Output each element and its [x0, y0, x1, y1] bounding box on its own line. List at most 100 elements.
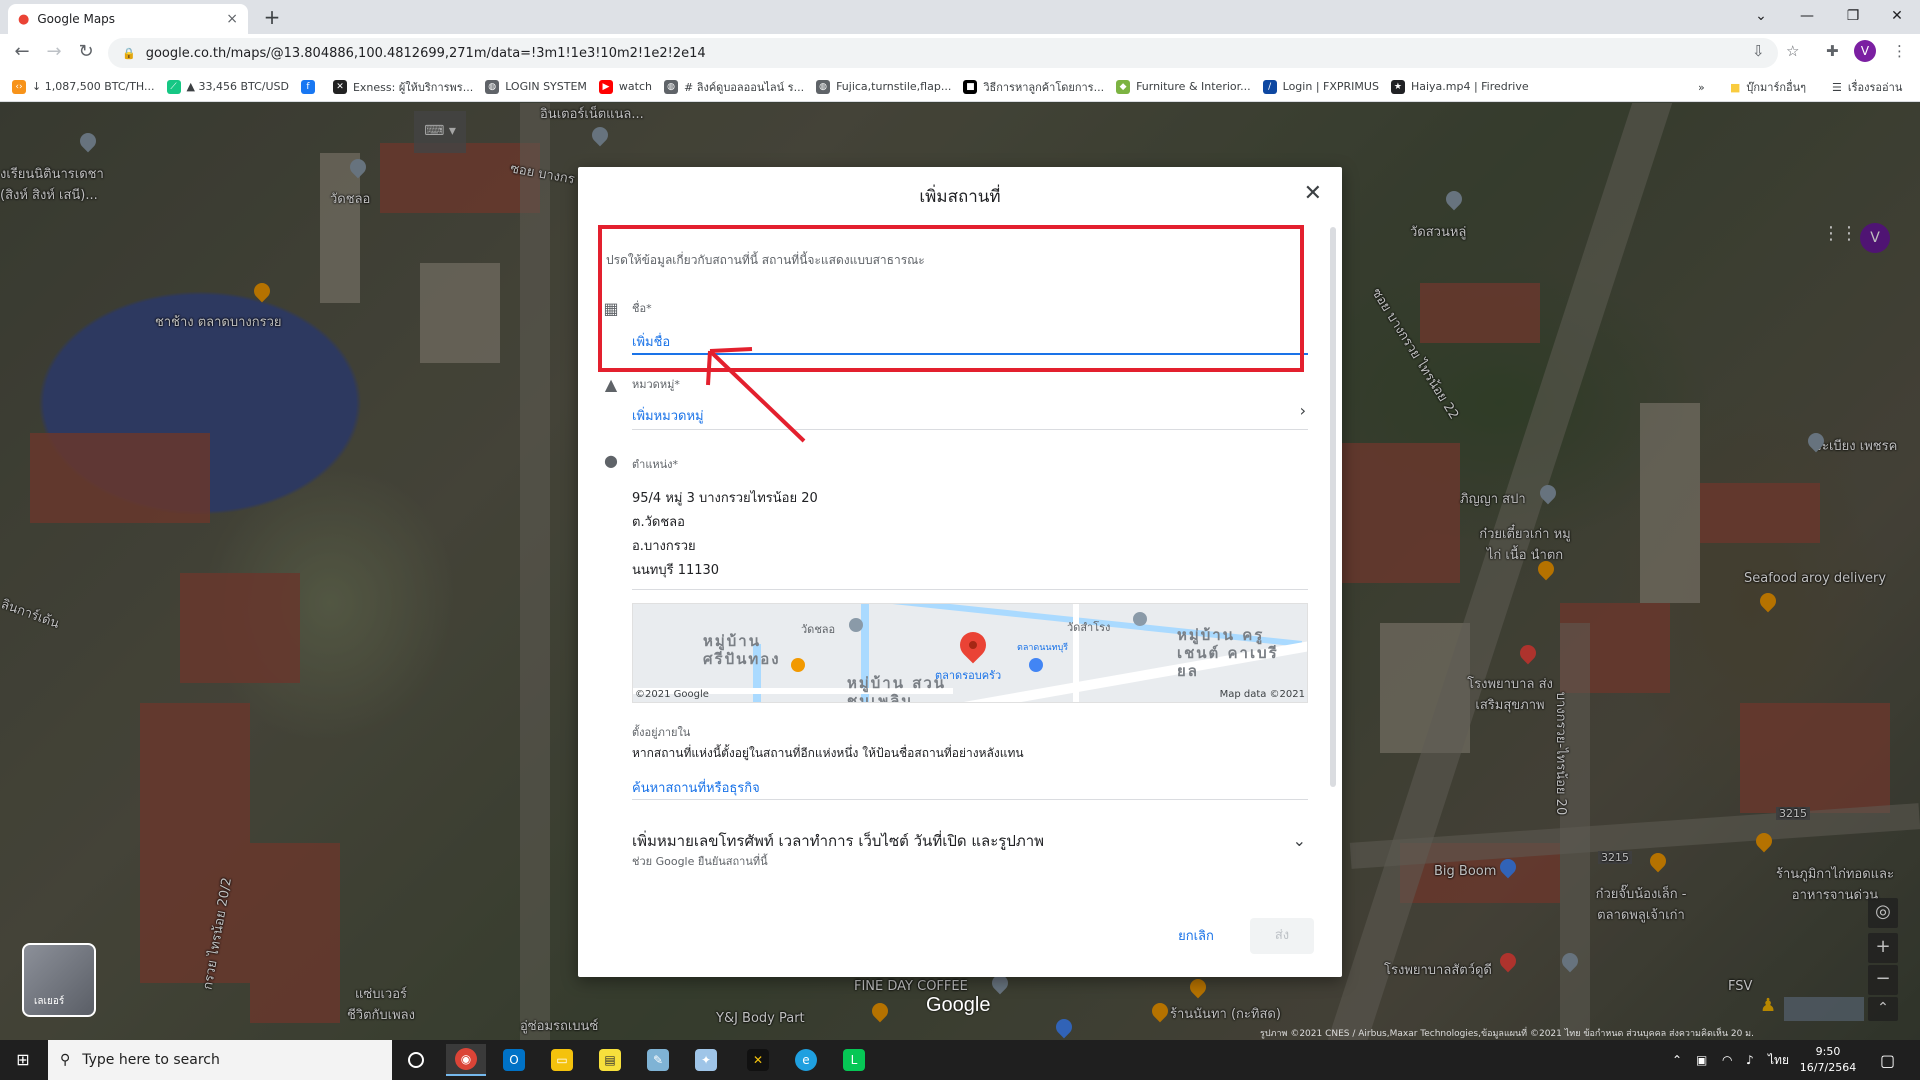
- trading-app-icon[interactable]: ✕: [738, 1044, 778, 1076]
- bookmark-item[interactable]: ◍ # ลิงค์ดูบอลออนไลน์ ร...: [664, 78, 804, 96]
- lock-icon: 🔒: [122, 46, 136, 60]
- category-icon: ▲: [604, 375, 618, 394]
- send-button[interactable]: ส่ง: [1250, 918, 1314, 954]
- extensions-icon[interactable]: ✚: [1826, 42, 1839, 60]
- search-place-input[interactable]: ค้นหาสถานที่หรือธุรกิจ: [632, 777, 760, 798]
- file-explorer-icon[interactable]: ▭: [542, 1044, 582, 1076]
- back-icon[interactable]: ←: [10, 41, 34, 65]
- volume-icon[interactable]: ♪: [1746, 1040, 1754, 1080]
- bookmark-label: ↓ 1,087,500 BTC/TH...: [32, 80, 155, 93]
- more-details-toggle[interactable]: เพิ่มหมายเลขโทรศัพท์ เวลาทำการ เว็บไซต์ …: [632, 829, 1044, 853]
- bookmark-label: Furniture & Interior...: [1136, 80, 1251, 93]
- bookmark-item[interactable]: ▶ watch: [598, 79, 652, 94]
- dialog-title: เพิ่มสถานที่: [919, 187, 1001, 207]
- bookmark-label: # ลิงค์ดูบอลออนไลน์ ร...: [684, 80, 805, 94]
- category-input[interactable]: เพิ่มหมวดหมู่: [632, 405, 704, 426]
- tab-title: Google Maps: [37, 12, 116, 26]
- tab-search-icon[interactable]: ⌄: [1738, 0, 1784, 34]
- layers-toggle[interactable]: เลเยอร์: [22, 943, 96, 1017]
- reading-list[interactable]: ☰ เรื่องรออ่าน: [1832, 72, 1902, 102]
- other-bookmarks-folder[interactable]: ■ บุ๊กมาร์กอื่นๆ: [1730, 72, 1806, 102]
- bookmark-item[interactable]: f: [300, 79, 321, 94]
- bookmark-item[interactable]: ⟋ ▲ 33,456 BTC/USD: [166, 79, 289, 94]
- bookmark-label: วิธีการหาลูกค้าโดยการ...: [983, 80, 1105, 94]
- location-minimap[interactable]: วัดชลอ วัดสำโรง ตลาดรอบครัว ตลาดนนทบุรี …: [632, 603, 1308, 703]
- close-window-button[interactable]: ✕: [1874, 0, 1920, 34]
- bookmark-favicon-icon: /: [1262, 79, 1277, 94]
- reload-icon[interactable]: ↻: [74, 41, 98, 65]
- windows-taskbar: ⊞ ⚲ Type here to search ◉ O ▭ ▤ ✎ ✦ ✕ e …: [0, 1040, 1920, 1080]
- chevron-right-icon[interactable]: ›: [1300, 401, 1306, 420]
- address-bar[interactable]: 🔒 google.co.th/maps/@13.804886,100.48126…: [108, 38, 1778, 68]
- cancel-button[interactable]: ยกเลิก: [1166, 922, 1226, 952]
- line-icon[interactable]: L: [834, 1044, 874, 1076]
- clock-date: 16/7/2564: [1799, 1061, 1857, 1074]
- bookmark-star-icon[interactable]: ☆: [1786, 42, 1799, 60]
- search-placeholder: Type here to search: [82, 1052, 220, 1068]
- bookmark-favicon-icon: ◍: [816, 79, 831, 94]
- minimap-label: วัดสำโรง: [1067, 621, 1111, 634]
- wifi-icon[interactable]: ◠: [1722, 1040, 1732, 1080]
- browser-toolbar: ← → ↻ 🔒 google.co.th/maps/@13.804886,100…: [0, 34, 1920, 72]
- restore-button[interactable]: ❐: [1830, 0, 1876, 34]
- reading-list-icon: ☰: [1832, 80, 1842, 94]
- forward-icon[interactable]: →: [42, 41, 66, 65]
- language-indicator[interactable]: ไทย: [1768, 1040, 1789, 1080]
- tab-close-icon[interactable]: ×: [226, 11, 238, 27]
- tab-google-maps[interactable]: ● Google Maps ×: [8, 4, 248, 34]
- bookmark-label: Exness: ผู้ให้บริการพร...: [352, 80, 474, 94]
- dialog-scrollbar[interactable]: [1330, 227, 1336, 787]
- bookmark-item[interactable]: ◍ LOGIN SYSTEM: [485, 79, 587, 94]
- chevron-down-icon[interactable]: ⌄: [1293, 831, 1306, 850]
- selected-location-pin-icon[interactable]: [954, 626, 992, 664]
- profile-avatar[interactable]: V: [1854, 40, 1876, 62]
- bookmark-item[interactable]: ★ Haiya.mp4 | Firedrive: [1390, 79, 1529, 94]
- place-icon: [849, 618, 863, 632]
- minimap-label: ตลาดนนทบุรี: [1017, 643, 1069, 653]
- windows-start-icon[interactable]: ⊞: [0, 1040, 46, 1080]
- paint-icon[interactable]: ✦: [686, 1044, 726, 1076]
- edge-icon[interactable]: e: [786, 1044, 826, 1076]
- bookmark-favicon-icon: ■: [963, 79, 978, 94]
- bookmark-favicon-icon: ◍: [664, 79, 678, 94]
- address-line[interactable]: นนทบุรี 11130: [632, 559, 719, 580]
- bookmark-item[interactable]: / Login | FXPRIMUS: [1262, 79, 1379, 94]
- address-line[interactable]: ต.วัดชลอ: [632, 511, 685, 532]
- inside-description: หากสถานที่แห่งนี้ตั้งอยู่ในสถานที่อีกแห่…: [632, 746, 1024, 760]
- bookmarks-overflow-icon[interactable]: »: [1698, 72, 1705, 102]
- bookmark-item[interactable]: ‹› ↓ 1,087,500 BTC/TH...: [12, 79, 155, 94]
- bookmark-favicon-icon: ◆: [1116, 79, 1131, 94]
- tray-overflow-icon[interactable]: ⌃: [1672, 1040, 1682, 1080]
- bookmark-label: Haiya.mp4 | Firedrive: [1410, 80, 1529, 93]
- new-tab-button[interactable]: +: [258, 4, 286, 32]
- category-label: หมวดหมู่*: [632, 378, 680, 391]
- outlook-icon[interactable]: O: [494, 1044, 534, 1076]
- minimap-mapdata: Map data ©2021: [1219, 689, 1305, 700]
- network-drive-icon[interactable]: ▣: [1696, 1040, 1707, 1080]
- bookmark-item[interactable]: ◍ Fujica,turnstile,flap...: [816, 79, 952, 94]
- minimap-area: หมู่บ้าน ศรีปันทอง: [703, 632, 781, 668]
- minimize-button[interactable]: —: [1784, 0, 1830, 34]
- task-view-icon[interactable]: [396, 1044, 436, 1076]
- address-line[interactable]: อ.บางกรวย: [632, 535, 696, 556]
- install-app-icon[interactable]: ⇩: [1752, 42, 1765, 60]
- bookmark-label: Fujica,turnstile,flap...: [836, 80, 952, 93]
- sticky-notes-icon[interactable]: ▤: [590, 1044, 630, 1076]
- chrome-icon[interactable]: ◉: [446, 1044, 486, 1076]
- bookmark-item[interactable]: ✕ Exness: ผู้ให้บริการพร...: [332, 78, 474, 96]
- reading-list-label: เรื่องรออ่าน: [1847, 81, 1903, 94]
- bookmark-favicon-icon: ✕: [332, 79, 347, 94]
- notification-icon[interactable]: ▢: [1880, 1040, 1895, 1080]
- system-clock[interactable]: 9:50 16/7/2564: [1798, 1044, 1858, 1076]
- menu-icon[interactable]: ⋮: [1892, 42, 1907, 60]
- close-icon[interactable]: ✕: [1304, 181, 1322, 206]
- shopping-icon: [1029, 658, 1043, 672]
- bookmark-item[interactable]: ◆ Furniture & Interior...: [1116, 79, 1251, 94]
- notepad-icon[interactable]: ✎: [638, 1044, 678, 1076]
- address-line[interactable]: 95/4 หมู่ 3 บางกรวยไทรน้อย 20: [632, 487, 818, 508]
- search-icon: ⚲: [60, 1052, 71, 1068]
- bookmark-item[interactable]: ■ วิธีการหาลูกค้าโดยการ...: [963, 78, 1104, 96]
- bookmark-favicon-icon: ★: [1390, 79, 1405, 94]
- location-label: ตำแหน่ง*: [632, 458, 679, 471]
- taskbar-search-input[interactable]: ⚲ Type here to search: [48, 1040, 392, 1080]
